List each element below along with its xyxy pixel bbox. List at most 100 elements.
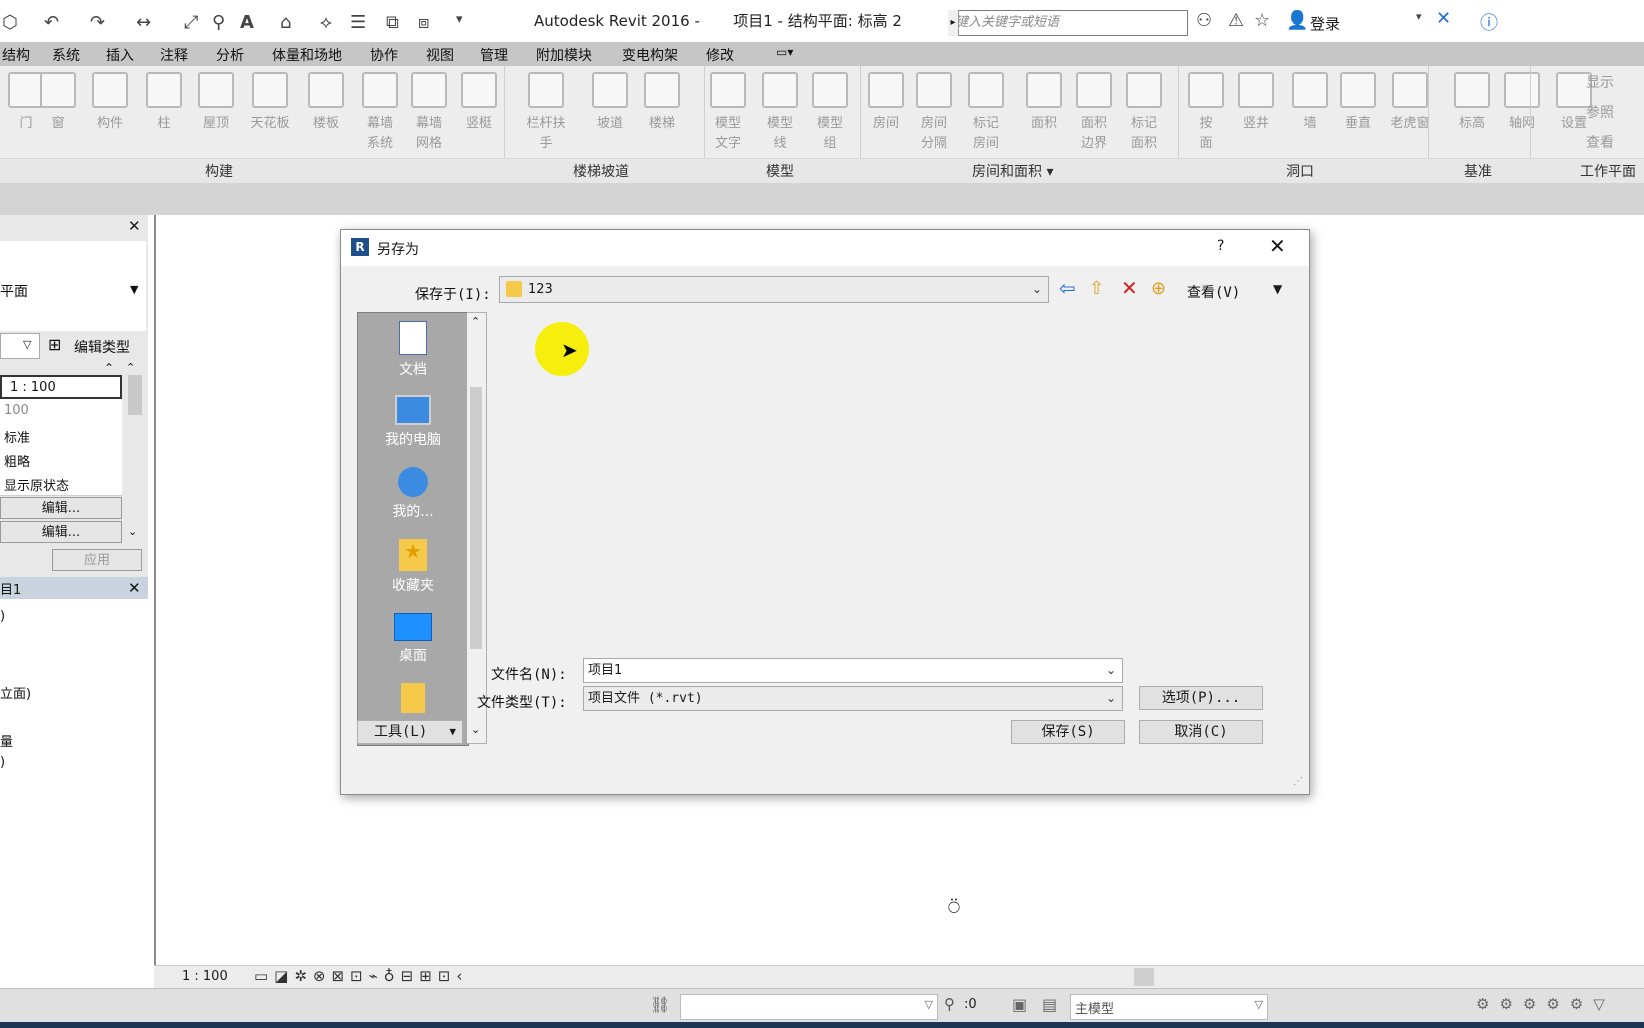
place-my-computer[interactable]: 我的电脑 — [358, 395, 468, 449]
redo-icon[interactable]: ↷ — [90, 12, 105, 33]
properties-close-icon[interactable]: ✕ — [128, 217, 141, 235]
text-icon[interactable]: A — [240, 12, 254, 33]
ribbon-viewer-label[interactable]: 查看 — [1586, 132, 1614, 152]
help-icon[interactable]: ⓘ — [1480, 9, 1498, 35]
browser-close-icon[interactable]: ✕ — [128, 579, 141, 597]
save-in-dropdown[interactable]: 123 ⌄ — [499, 276, 1049, 303]
places-scrollbar[interactable]: ⌃ ⌄ — [467, 312, 487, 744]
menu-manage[interactable]: 管理 — [480, 45, 508, 65]
scroll-down-icon[interactable]: ⌄ — [471, 723, 480, 736]
ribbon-button[interactable]: 老虎窗 — [1386, 72, 1434, 134]
cancel-button[interactable]: 取消(C) — [1139, 720, 1263, 744]
chevron-down-icon[interactable]: ▼ — [130, 283, 138, 296]
scroll-up-icon[interactable]: ⌃ — [126, 361, 135, 374]
ribbon-button[interactable]: 标记 房间 — [962, 72, 1010, 154]
ribbon-button[interactable]: 房间 分隔 — [910, 72, 958, 154]
workset-dropdown[interactable]: ▽ — [680, 994, 938, 1020]
new-folder-icon[interactable]: ⊕ — [1151, 278, 1166, 299]
back-icon[interactable]: ⇦ — [1059, 276, 1076, 300]
menu-addins[interactable]: 附加模块 — [536, 45, 592, 65]
menu-structure[interactable]: 结构 — [2, 45, 30, 65]
filter-icon[interactable]: ⚲ — [944, 995, 955, 1013]
close-icon[interactable]: ✕ — [1269, 234, 1286, 258]
ribbon-button[interactable]: 墙 — [1286, 72, 1334, 134]
prop-display[interactable]: 标准 — [0, 423, 122, 448]
apply-button[interactable]: 应用 — [52, 549, 142, 571]
ribbon-button[interactable]: 面积 边界 — [1070, 72, 1118, 154]
properties-scrollbar[interactable] — [128, 375, 142, 415]
ribbon-button[interactable]: 柱 — [140, 72, 188, 134]
ribbon-button[interactable]: 竖井 — [1232, 72, 1280, 134]
menu-modify[interactable]: 修改 — [706, 45, 734, 65]
place-desktop[interactable]: 桌面 — [358, 613, 468, 665]
selection-options-icons[interactable]: ⚙⚙⚙⚙⚙▽ — [1476, 995, 1615, 1013]
file-list[interactable]: ➤ — [497, 312, 1295, 634]
ribbon-button[interactable]: 模型线 — [756, 72, 804, 154]
menu-view[interactable]: 视图 — [426, 45, 454, 65]
design-options-icon[interactable]: ▤ — [1042, 995, 1057, 1014]
prop-scale[interactable]: 1 : 100 — [0, 375, 122, 399]
elevation-marker-icon[interactable]: ⍥ — [948, 895, 960, 919]
binoculars-icon[interactable]: ⚇ — [1196, 10, 1212, 31]
menu-annotate[interactable]: 注释 — [160, 45, 188, 65]
close-hidden-icon[interactable]: ⧉ — [386, 12, 399, 33]
switch-windows-icon[interactable]: ⧈ — [418, 12, 429, 33]
open-icon[interactable]: ⬡ — [2, 12, 18, 33]
ribbon-button[interactable]: 坡道 — [586, 72, 634, 134]
place-favorites[interactable]: ★ 收藏夹 — [358, 539, 468, 595]
menu-analyze[interactable]: 分析 — [216, 45, 244, 65]
chevron-down-icon[interactable]: ▼ — [1273, 282, 1282, 296]
ribbon-button[interactable]: 竖梃 — [455, 72, 503, 134]
edit-type-button[interactable]: 编辑类型 — [74, 337, 130, 357]
view-menu-button[interactable]: 查看(V) — [1187, 282, 1240, 302]
view-scale[interactable]: 1 : 100 — [182, 969, 228, 984]
editable-only-icon[interactable]: ▣ — [1012, 995, 1027, 1014]
ribbon-button[interactable]: 栏杆扶手 — [522, 72, 570, 154]
ribbon-minimize-icon[interactable]: ▭▾ — [776, 45, 793, 59]
ribbon-button[interactable]: 幕墙 网格 — [405, 72, 453, 154]
measure-icon[interactable]: ↔ — [136, 12, 151, 33]
menu-systems[interactable]: 系统 — [52, 45, 80, 65]
customize-qat-icon[interactable]: ▾ — [456, 12, 463, 27]
file-type-dropdown[interactable]: 项目文件 (*.rvt) ⌄ — [583, 686, 1123, 711]
ribbon-show-label[interactable]: 显示 — [1586, 72, 1614, 92]
user-icon[interactable]: 👤 — [1286, 10, 1308, 31]
scroll-thumb[interactable] — [470, 387, 482, 649]
ribbon-button[interactable]: 楼梯 — [638, 72, 686, 134]
up-folder-icon[interactable]: ⇧ — [1089, 278, 1104, 299]
tree-item[interactable]: ) — [0, 609, 5, 624]
search-expand-icon[interactable]: ▸ — [948, 10, 959, 36]
help-button[interactable]: ? — [1217, 238, 1224, 254]
ribbon-button[interactable]: 按面 — [1182, 72, 1230, 154]
place-documents[interactable]: 文档 — [358, 321, 468, 379]
thin-lines-icon[interactable]: ☰ — [350, 12, 366, 33]
ribbon-button[interactable]: 幕墙 系统 — [356, 72, 404, 154]
ribbon-button[interactable]: 模型组 — [806, 72, 854, 154]
undo-icon[interactable]: ↶ — [44, 12, 59, 33]
ribbon-button[interactable]: 屋顶 — [192, 72, 240, 134]
tree-item[interactable]: ) — [0, 755, 5, 770]
login-dropdown-icon[interactable]: ▾ — [1416, 10, 1422, 23]
ribbon-button[interactable]: 标高 — [1448, 72, 1496, 134]
ribbon-button[interactable]: 构件 — [86, 72, 134, 134]
edit-button[interactable]: 编辑... — [0, 521, 122, 543]
login-link[interactable]: 登录 — [1310, 13, 1340, 34]
menu-massing[interactable]: 体量和场地 — [272, 45, 342, 65]
ribbon-ref-label[interactable]: 参照 — [1586, 102, 1614, 122]
tree-item[interactable]: 量 — [0, 731, 13, 750]
horizontal-scrollbar[interactable] — [1134, 968, 1154, 986]
ribbon-button[interactable]: 天花板 — [246, 72, 294, 134]
delete-icon[interactable]: ✕ — [1121, 276, 1138, 300]
subscription-icon[interactable]: ⚠ — [1228, 10, 1244, 31]
save-button[interactable]: 保存(S) — [1011, 720, 1125, 744]
tools-button[interactable]: 工具(L) ▼ — [357, 720, 463, 744]
type-selector[interactable]: 平面 ▼ — [0, 241, 146, 331]
design-option-dropdown[interactable]: 主模型 ▽ — [1070, 994, 1268, 1020]
star-icon[interactable]: ☆ — [1254, 10, 1270, 31]
place-folder[interactable] — [358, 683, 468, 713]
ribbon-button[interactable]: 面积 — [1020, 72, 1068, 134]
scroll-up-icon[interactable]: ⌃ — [471, 315, 480, 328]
ribbon-button[interactable]: 窗 — [34, 72, 82, 134]
ribbon-button[interactable]: 轴网 — [1498, 72, 1546, 134]
ribbon-button[interactable]: 房间 — [862, 72, 910, 134]
